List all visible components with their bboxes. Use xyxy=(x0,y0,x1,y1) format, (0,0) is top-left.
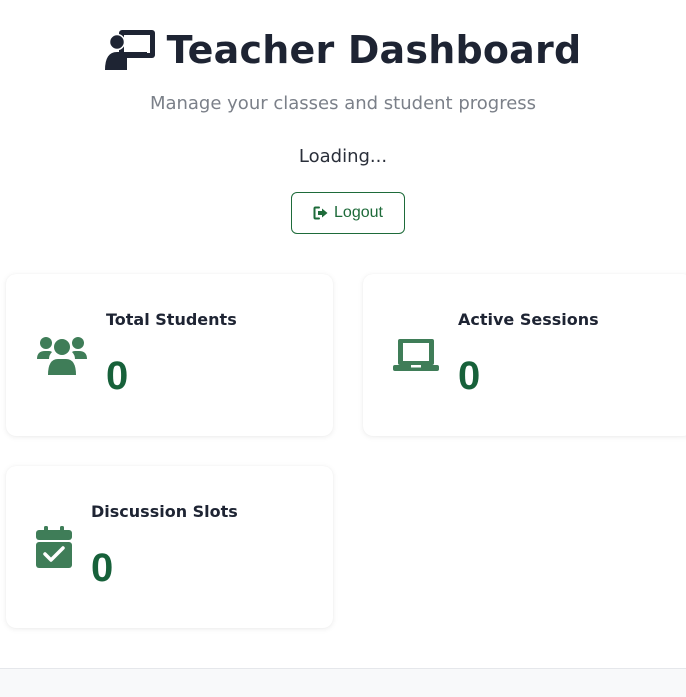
calendar-check-icon xyxy=(36,526,72,568)
title-row: Teacher Dashboard xyxy=(0,28,686,72)
logout-label: Logout xyxy=(334,204,383,221)
users-icon xyxy=(36,334,88,376)
stat-value: 0 xyxy=(106,354,129,398)
laptop-icon xyxy=(393,337,439,373)
stat-label: Active Sessions xyxy=(458,310,599,329)
stat-value: 0 xyxy=(91,546,114,590)
stat-label: Discussion Slots xyxy=(91,502,238,521)
loading-status: Loading... xyxy=(298,146,388,167)
teacher-dashboard-page: Teacher Dashboard Manage your classes an… xyxy=(0,0,686,697)
page-footer-bar xyxy=(0,668,686,697)
page-title: Teacher Dashboard xyxy=(166,28,582,72)
stat-label: Total Students xyxy=(106,310,237,329)
stat-card-discussion-slots: Discussion Slots 0 xyxy=(6,466,333,628)
sign-out-icon xyxy=(313,206,329,220)
chalkboard-teacher-icon xyxy=(104,28,157,72)
stat-value: 0 xyxy=(458,354,481,398)
logout-button[interactable]: Logout xyxy=(291,192,405,234)
stat-card-total-students: Total Students 0 xyxy=(6,274,333,436)
page-subtitle: Manage your classes and student progress xyxy=(149,93,537,114)
stat-card-active-sessions: Active Sessions 0 xyxy=(363,274,686,436)
